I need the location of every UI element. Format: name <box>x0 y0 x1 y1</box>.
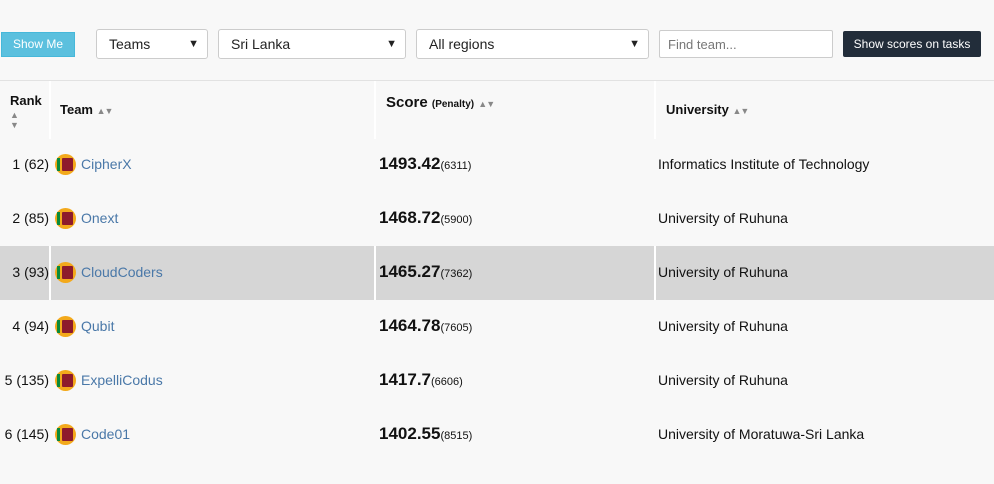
score-cell: 1402.55(8515) <box>379 424 472 444</box>
view-select-value: Teams <box>109 36 151 52</box>
penalty-value: (7362) <box>440 268 473 280</box>
penalty-value: (6606) <box>431 376 463 388</box>
score-value: 1464.78 <box>379 316 441 335</box>
table-row: 5 (135) ExpelliCodus 1417.7(6606) Universit… <box>0 354 994 408</box>
table-row: 4 (94) Qubit 1464.78(7605) University of Ru… <box>0 300 994 354</box>
sri-lanka-flag-icon <box>55 424 76 445</box>
column-divider <box>654 81 656 139</box>
column-divider <box>374 246 376 300</box>
table-row: 3 (93) CloudCoders 1465.27(7362) University… <box>0 246 994 300</box>
penalty-value: (7605) <box>440 322 473 334</box>
rank-cell: 4 (94) <box>12 318 49 334</box>
penalty-value: (5900) <box>440 214 473 226</box>
score-header-label: Score <box>386 94 428 111</box>
team-link[interactable]: CipherX <box>81 156 132 172</box>
sri-lanka-flag-icon <box>55 154 76 175</box>
university-cell: University of Ruhuna <box>658 264 788 280</box>
chevron-down-icon: ▼ <box>629 38 640 50</box>
score-cell: 1493.42(6311) <box>379 154 471 174</box>
sort-icon[interactable]: ▲▼ <box>97 106 114 116</box>
university-cell: Informatics Institute of Technology <box>658 156 870 172</box>
country-select[interactable]: Sri Lanka ▼ <box>218 29 406 59</box>
university-cell: University of Ruhuna <box>658 372 788 388</box>
penalty-header-label: (Penalty) <box>431 99 475 110</box>
team-header-label: Team <box>60 102 93 117</box>
score-header[interactable]: Score (Penalty) ▲▼ <box>386 94 495 111</box>
team-link[interactable]: Code01 <box>81 426 130 442</box>
show-scores-button[interactable]: Show scores on tasks <box>843 31 981 57</box>
score-value: 1493.42 <box>379 154 441 173</box>
university-header-label: University <box>666 102 729 117</box>
show-me-button[interactable]: Show Me <box>1 32 75 57</box>
table-row: 2 (85) Onext 1468.72(5900) University of Ru… <box>0 192 994 246</box>
penalty-value: (8515) <box>440 430 473 442</box>
sri-lanka-flag-icon <box>55 316 76 337</box>
table-header: Rank ▲ ▼ Team ▲▼ Score (Penalty) ▲▼ Unive… <box>0 80 994 139</box>
column-divider <box>654 246 656 300</box>
score-value: 1402.55 <box>379 424 441 443</box>
rank-cell: 2 (85) <box>12 210 49 226</box>
rank-cell: 1 (62) <box>12 156 49 172</box>
chevron-down-icon: ▼ <box>188 38 199 50</box>
region-select[interactable]: All regions ▼ <box>416 29 649 59</box>
rank-header-label: Rank <box>10 93 42 108</box>
team-link[interactable]: CloudCoders <box>81 264 163 280</box>
column-divider <box>374 81 376 139</box>
chevron-down-icon: ▼ <box>386 38 397 50</box>
sri-lanka-flag-icon <box>55 370 76 391</box>
table-body: 1 (62) CipherX 1493.42(6311) Informatics In… <box>0 138 994 462</box>
column-divider <box>49 246 51 300</box>
sort-icon[interactable]: ▲▼ <box>733 106 750 116</box>
rank-cell: 6 (145) <box>4 426 49 442</box>
team-link[interactable]: ExpelliCodus <box>81 372 163 388</box>
sri-lanka-flag-icon <box>55 262 76 283</box>
view-select[interactable]: Teams ▼ <box>96 29 208 59</box>
sort-icon[interactable]: ▲▼ <box>478 99 495 109</box>
standings-table: Rank ▲ ▼ Team ▲▼ Score (Penalty) ▲▼ Unive… <box>0 80 994 462</box>
column-divider <box>49 81 51 139</box>
team-link[interactable]: Qubit <box>81 318 114 334</box>
university-cell: University of Ruhuna <box>658 210 788 226</box>
score-value: 1465.27 <box>379 262 441 281</box>
university-cell: University of Ruhuna <box>658 318 788 334</box>
university-cell: University of Moratuwa-Sri Lanka <box>658 426 865 442</box>
university-header[interactable]: University ▲▼ <box>666 102 750 117</box>
penalty-value: (6311) <box>440 160 472 172</box>
rank-cell: 3 (93) <box>12 264 49 280</box>
rank-cell: 5 (135) <box>4 372 49 388</box>
team-header[interactable]: Team ▲▼ <box>60 102 114 117</box>
table-row: 1 (62) CipherX 1493.42(6311) Informatics In… <box>0 138 994 192</box>
region-select-value: All regions <box>429 36 495 52</box>
score-cell: 1465.27(7362) <box>379 262 472 282</box>
sri-lanka-flag-icon <box>55 208 76 229</box>
score-value: 1468.72 <box>379 208 441 227</box>
table-row: 6 (145) Code01 1402.55(8515) University of … <box>0 408 994 462</box>
score-cell: 1464.78(7605) <box>379 316 472 336</box>
country-select-value: Sri Lanka <box>231 36 291 52</box>
score-cell: 1417.7(6606) <box>379 370 463 390</box>
filter-toolbar: Show Me Teams ▼ Sri Lanka ▼ All regions … <box>0 0 994 82</box>
find-team-input[interactable] <box>659 30 833 58</box>
rank-header[interactable]: Rank ▲ ▼ <box>10 93 42 130</box>
sort-icon[interactable]: ▲▼ <box>10 110 42 130</box>
team-link[interactable]: Onext <box>81 210 118 226</box>
score-cell: 1468.72(5900) <box>379 208 472 228</box>
score-value: 1417.7 <box>379 370 431 389</box>
